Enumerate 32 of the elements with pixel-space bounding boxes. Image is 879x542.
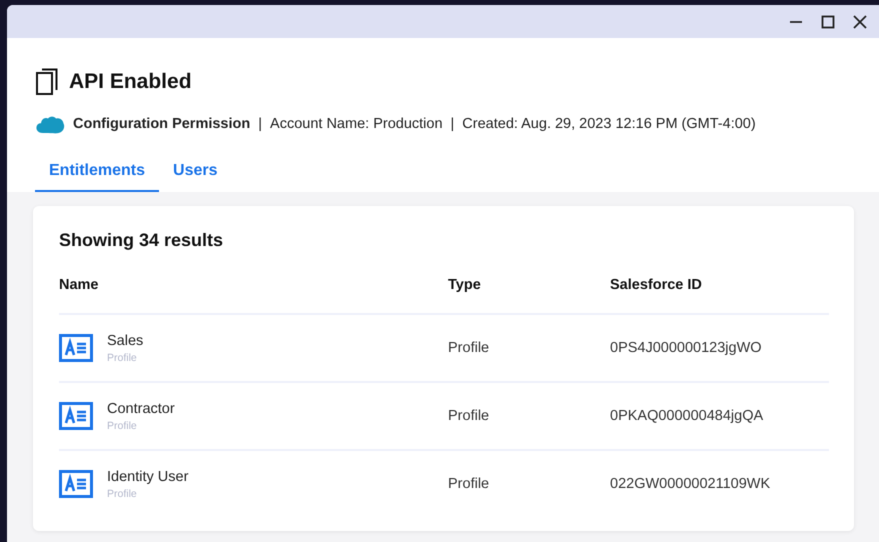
documents-icon xyxy=(35,68,59,96)
id-cell: 0PKAQ000000484jgQA xyxy=(610,408,764,424)
cloud-logo-icon xyxy=(35,114,65,134)
close-icon xyxy=(853,14,867,28)
column-header: Type xyxy=(448,277,610,315)
entitlement-subtitle: Profile xyxy=(107,488,138,500)
column-header: Salesforce ID xyxy=(610,277,829,315)
minimize-icon xyxy=(789,20,803,22)
meta-text: Created: Aug. 29, 2023 12:16 PM (GMT-4:00) xyxy=(462,116,756,132)
entitlement-name: Identity User xyxy=(107,468,188,484)
entitlement-subtitle: Profile xyxy=(107,420,138,432)
tab[interactable]: Entitlements xyxy=(35,158,160,192)
separator: | xyxy=(258,116,262,132)
entitlement-name: Contractor xyxy=(107,400,175,416)
results-heading: Showing 34 results xyxy=(59,230,224,251)
entitlement-subtitle: Profile xyxy=(107,352,138,364)
column-header: Name xyxy=(59,277,448,315)
category-label: Configuration Permission xyxy=(73,116,250,132)
id-card-icon xyxy=(59,334,93,362)
separator: | xyxy=(450,116,454,132)
tab[interactable]: Users xyxy=(159,158,232,192)
id-card-icon xyxy=(59,402,93,430)
id-card-icon xyxy=(59,470,93,498)
id-cell: 022GW00000021109WK xyxy=(610,476,770,492)
entitlement-name: Sales xyxy=(107,332,144,348)
maximize-icon xyxy=(821,14,835,28)
type-cell: Profile xyxy=(448,340,490,356)
type-cell: Profile xyxy=(448,476,490,492)
type-cell: Profile xyxy=(448,408,490,424)
meta-text: Account Name: Production xyxy=(270,116,443,132)
id-cell: 0PS4J000000123jgWO xyxy=(610,340,762,356)
page-title: API Enabled xyxy=(69,70,192,94)
